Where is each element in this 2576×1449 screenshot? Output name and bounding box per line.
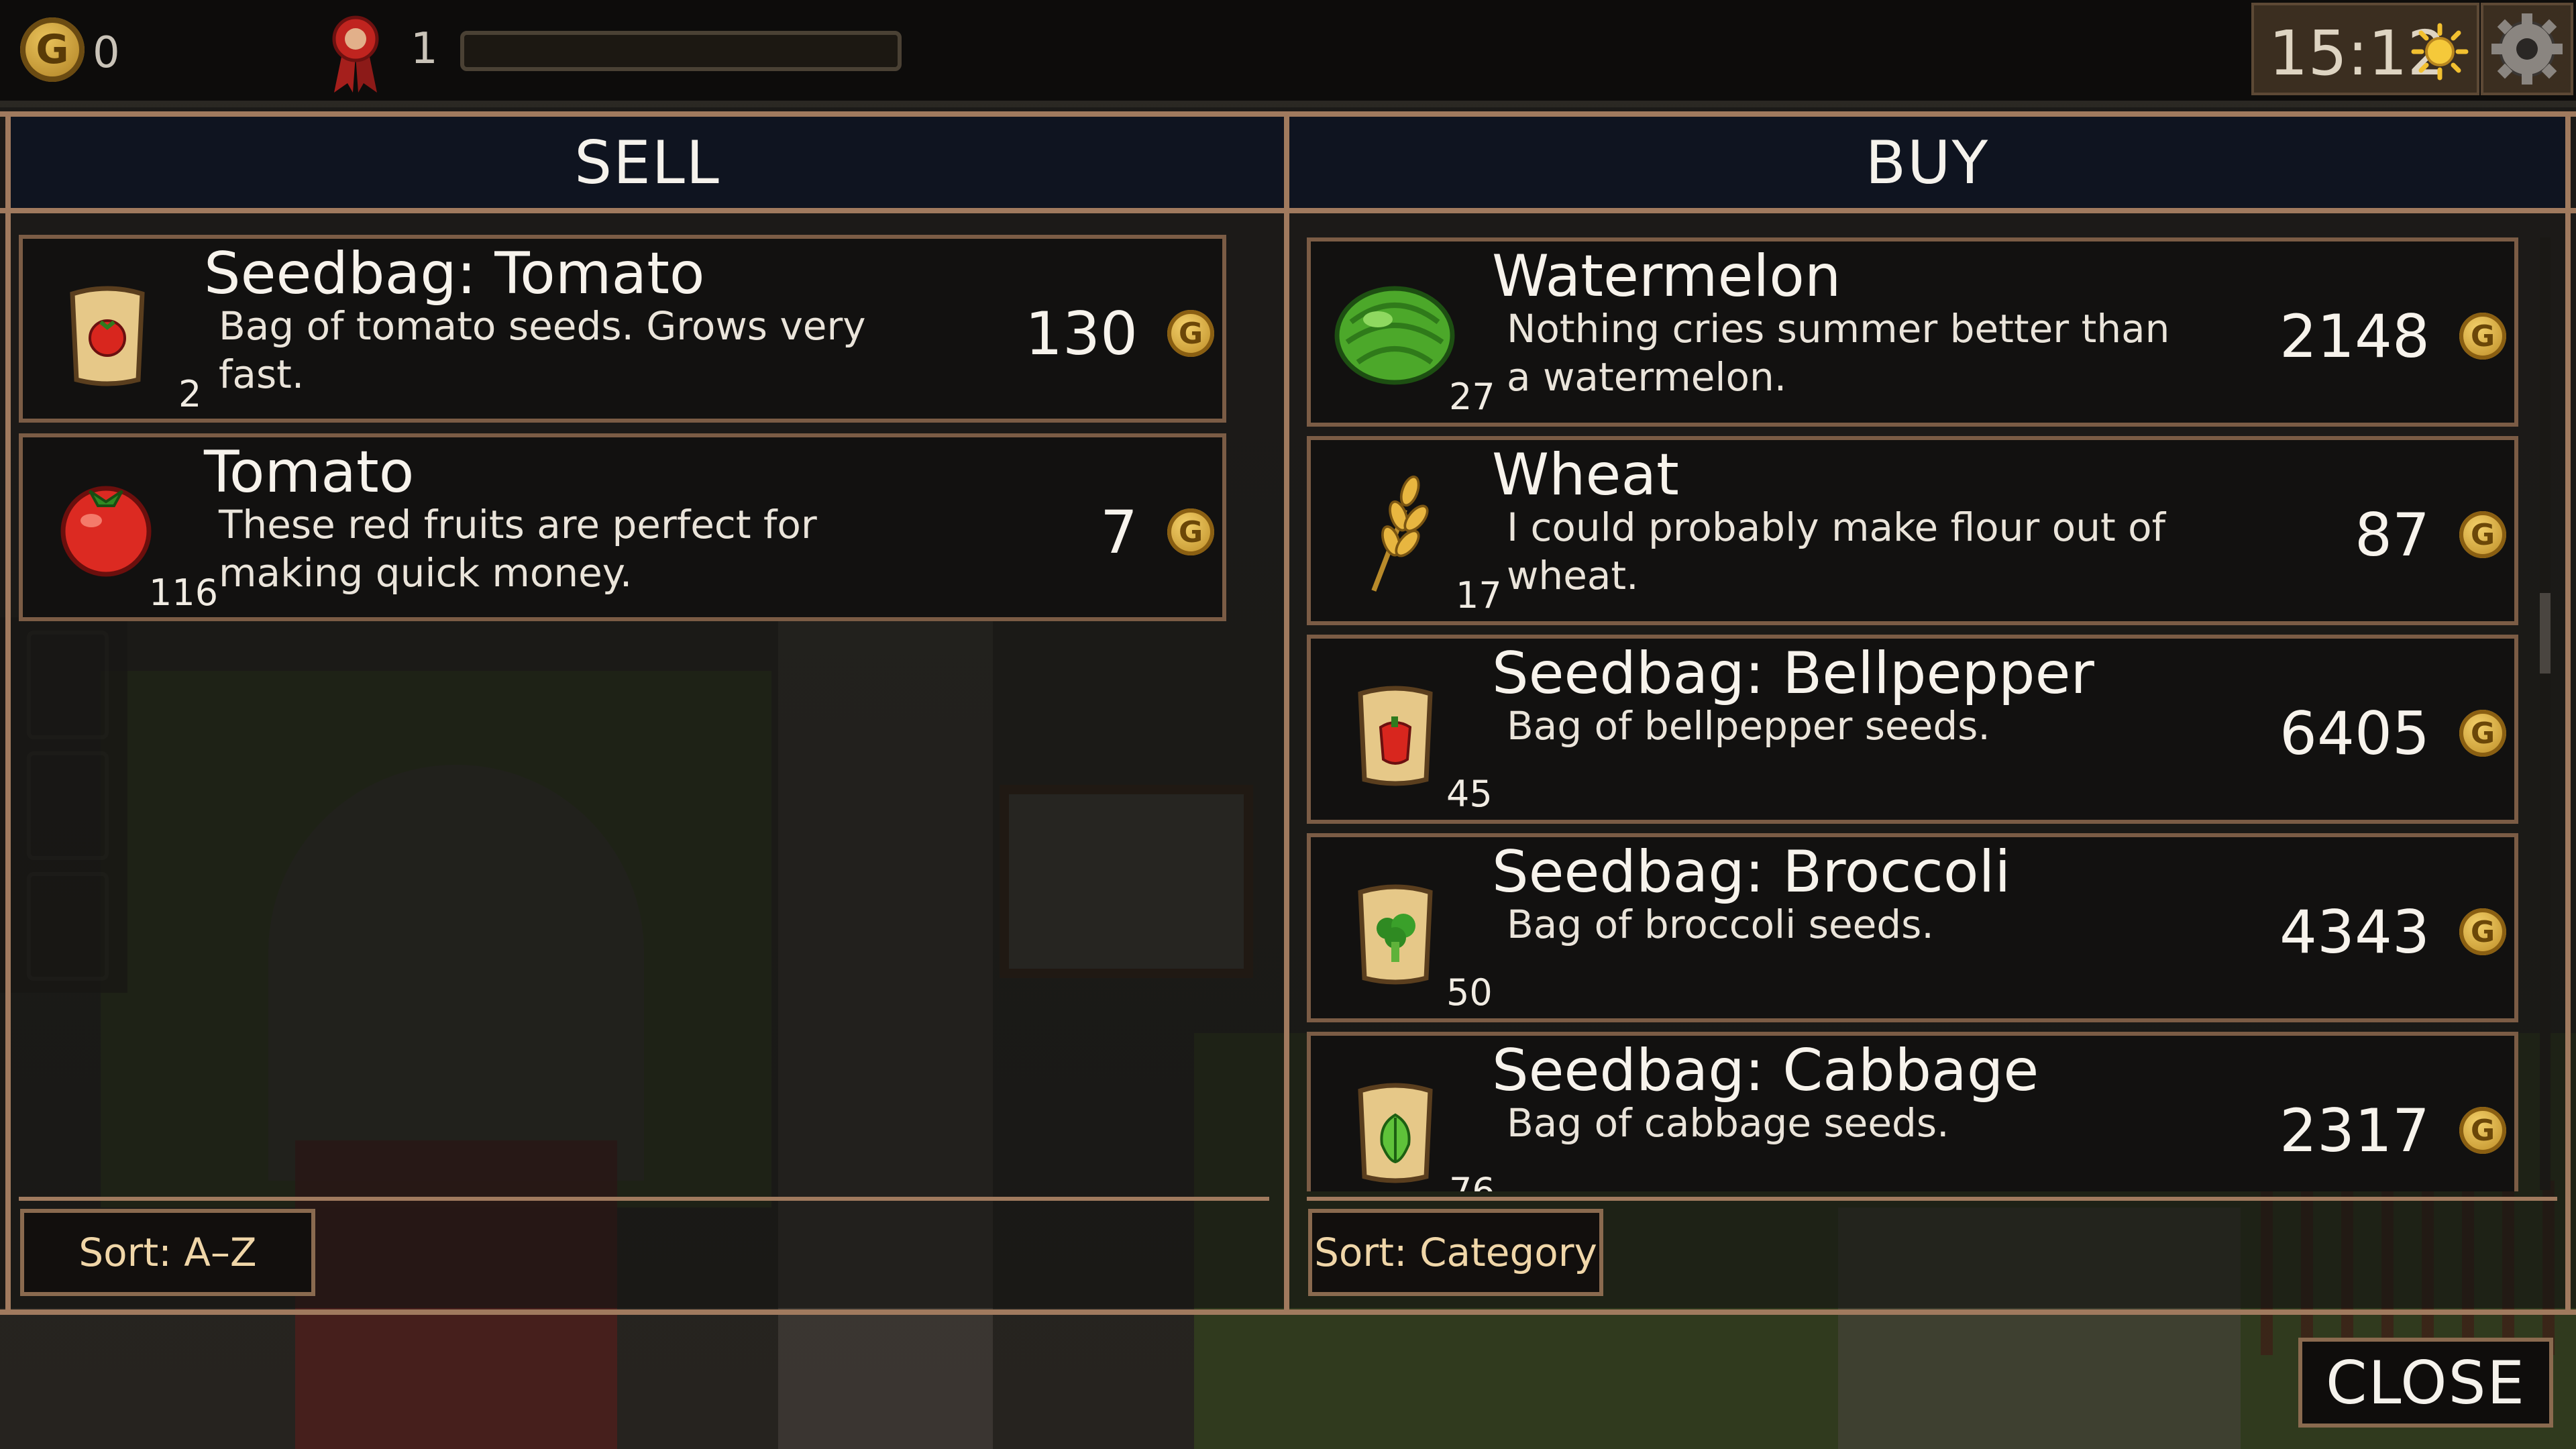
top-hud: G 0 1 15:12 — [0, 0, 2576, 101]
item-description: These red fruits are perfect for making … — [219, 502, 817, 596]
item-quantity: 45 — [1446, 773, 1493, 815]
clock-panel: 15:12 — [2251, 3, 2479, 95]
buy-item[interactable]: 76 Seedbag: Cabbage Bag of cabbage seeds… — [1307, 1032, 2518, 1191]
item-name: Tomato — [204, 439, 415, 506]
player-level: 1 — [411, 24, 438, 74]
item-name: Seedbag: Cabbage — [1492, 1037, 2039, 1104]
sun-icon — [2411, 23, 2469, 80]
item-price: 130 — [1025, 299, 1138, 368]
gold-coin-icon: G — [20, 17, 85, 82]
sell-list-divider — [19, 1197, 1269, 1201]
coin-icon: G — [2459, 710, 2506, 757]
seedbag-tomato-icon — [70, 286, 145, 386]
frame-left — [5, 111, 11, 1315]
buy-list: 27 Watermelon Nothing cries summer bette… — [1307, 237, 2521, 1191]
sell-list: 2 Seedbag: Tomato Bag of tomato seeds. G… — [19, 235, 1229, 1194]
item-name: Watermelon — [1492, 243, 1841, 310]
item-description: Bag of bellpepper seeds. — [1507, 703, 1990, 749]
frame-divider — [1284, 111, 1289, 1315]
buy-list-divider — [1307, 1197, 2557, 1201]
buy-scrollbar-thumb[interactable] — [2540, 593, 2551, 674]
experience-bar — [460, 31, 902, 71]
buy-item[interactable]: 50 Seedbag: Broccoli Bag of broccoli see… — [1307, 833, 2518, 1022]
level-ribbon-icon — [332, 15, 379, 93]
sell-sort-button[interactable]: Sort: A–Z — [20, 1209, 315, 1296]
item-quantity: 116 — [149, 572, 219, 614]
item-description: Bag of tomato seeds. Grows very fast. — [219, 303, 866, 397]
coin-icon: G — [2459, 313, 2506, 360]
item-quantity: 76 — [1449, 1170, 1495, 1191]
sell-sort-label: Sort: A–Z — [78, 1230, 257, 1275]
sell-header: SELL — [11, 117, 1284, 208]
buy-item[interactable]: 45 Seedbag: Bellpepper Bag of bellpepper… — [1307, 635, 2518, 824]
close-label: CLOSE — [2325, 1348, 2526, 1417]
tomato-icon — [60, 486, 152, 577]
item-price: 7 — [1100, 498, 1138, 567]
sell-item[interactable]: 116 Tomato These red fruits are perfect … — [19, 433, 1226, 621]
item-name: Wheat — [1492, 441, 1679, 508]
settings-button[interactable] — [2481, 3, 2573, 95]
item-quantity: 50 — [1446, 971, 1493, 1014]
coin-icon: G — [2459, 908, 2506, 955]
item-name: Seedbag: Broccoli — [1492, 839, 2011, 906]
buy-title: BUY — [1865, 127, 1990, 197]
item-name: Seedbag: Tomato — [204, 240, 705, 307]
seedbag-broccoli-icon — [1358, 884, 1433, 985]
buy-item[interactable]: 17 Wheat I could probably make flour out… — [1307, 436, 2518, 625]
item-description: Nothing cries summer better than a water… — [1507, 306, 2170, 400]
item-description: I could probably make flour out of wheat… — [1507, 504, 2166, 598]
buy-header: BUY — [1289, 117, 2565, 208]
buy-item[interactable]: 27 Watermelon Nothing cries summer bette… — [1307, 237, 2518, 427]
buy-sort-button[interactable]: Sort: Category — [1308, 1209, 1603, 1296]
item-quantity: 17 — [1456, 574, 1502, 616]
coin-icon: G — [2459, 1107, 2506, 1154]
buy-scrollbar[interactable] — [2540, 237, 2551, 1190]
sell-title: SELL — [574, 127, 720, 197]
item-price: 4343 — [2279, 898, 2430, 967]
close-button[interactable]: CLOSE — [2298, 1338, 2553, 1428]
wheat-icon — [1371, 475, 1429, 592]
coin-icon: G — [1167, 508, 1214, 555]
coin-icon: G — [1167, 310, 1214, 357]
gold-amount: 0 — [93, 28, 120, 78]
seedbag-bellpepper-icon — [1358, 686, 1433, 786]
item-price: 6405 — [2279, 699, 2430, 768]
frame-right — [2565, 111, 2571, 1315]
watermelon-icon — [1334, 286, 1455, 385]
buy-sort-label: Sort: Category — [1314, 1230, 1597, 1275]
item-price: 87 — [2355, 500, 2430, 570]
item-price: 2317 — [2279, 1096, 2430, 1165]
item-description: Bag of broccoli seeds. — [1507, 902, 1934, 947]
seedbag-cabbage-icon — [1358, 1083, 1433, 1183]
coin-icon: G — [2459, 511, 2506, 558]
item-description: Bag of cabbage seeds. — [1507, 1100, 1949, 1146]
sell-item[interactable]: 2 Seedbag: Tomato Bag of tomato seeds. G… — [19, 235, 1226, 423]
item-quantity: 2 — [178, 373, 202, 415]
item-quantity: 27 — [1449, 376, 1495, 418]
gear-icon[interactable] — [2490, 12, 2564, 86]
item-name: Seedbag: Bellpepper — [1492, 640, 2094, 707]
item-price: 2148 — [2279, 302, 2430, 371]
